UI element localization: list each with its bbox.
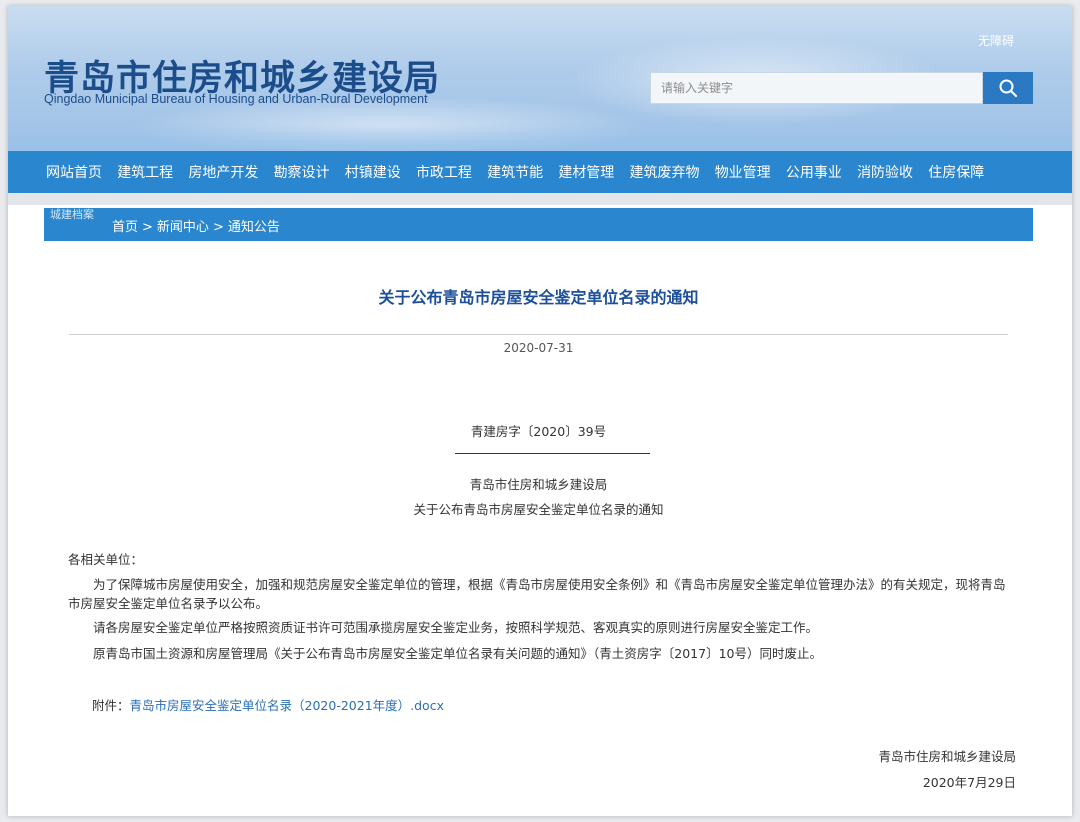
article-content: 关于公布青岛市房屋安全鉴定单位名录的通知 2020-07-31 青建房字〔202… xyxy=(44,241,1033,816)
article-title: 关于公布青岛市房屋安全鉴定单位名录的通知 xyxy=(378,288,699,307)
breadcrumb-separator: > xyxy=(212,220,224,235)
nav-item-building-energy[interactable]: 建筑节能 xyxy=(487,162,543,182)
search-button[interactable] xyxy=(983,72,1033,104)
publish-date: 2020-07-31 xyxy=(503,341,574,355)
site-subtitle: Qingdao Municipal Bureau of Housing and … xyxy=(44,92,428,106)
body-paragraph: 请各房屋安全鉴定单位严格按照资质证书许可范围承揽房屋安全鉴定业务，按照科学规范、… xyxy=(93,620,819,635)
section-tag: 城建档案 xyxy=(50,208,94,221)
subject-line: 关于公布青岛市房屋安全鉴定单位名录的通知 xyxy=(413,502,664,517)
signature: 青岛市住房和城乡建设局 xyxy=(878,749,1016,764)
signature-date: 2020年7月29日 xyxy=(922,775,1016,790)
nav-item-village-construction[interactable]: 村镇建设 xyxy=(345,162,401,182)
main-nav: 网站首页 建筑工程 房地产开发 勘察设计 村镇建设 市政工程 建筑节能 建材管理… xyxy=(8,151,1072,193)
accessibility-link[interactable]: 无障碍 xyxy=(978,32,1014,49)
breadcrumb: 首页 > 新闻中心 > 通知公告 xyxy=(112,216,280,235)
search-input[interactable] xyxy=(650,72,983,104)
nav-item-real-estate[interactable]: 房地产开发 xyxy=(188,162,258,182)
nav-item-public-utilities[interactable]: 公用事业 xyxy=(786,162,842,182)
nav-item-housing-security[interactable]: 住房保障 xyxy=(928,162,984,182)
document-number-divider xyxy=(455,453,650,454)
title-divider xyxy=(69,334,1008,335)
nav-item-construction[interactable]: 建筑工程 xyxy=(117,162,173,182)
salutation: 各相关单位： xyxy=(68,552,144,567)
nav-item-property-management[interactable]: 物业管理 xyxy=(715,162,771,182)
nav-item-fire-acceptance[interactable]: 消防验收 xyxy=(857,162,913,182)
page-frame: 青岛市住房和城乡建设局 Qingdao Municipal Bureau of … xyxy=(8,6,1072,816)
nav-item-survey-design[interactable]: 勘察设计 xyxy=(274,162,330,182)
breadcrumb-bar: 城建档案 首页 > 新闻中心 > 通知公告 xyxy=(44,208,1033,241)
nav-item-construction-waste[interactable]: 建筑废弃物 xyxy=(630,162,700,182)
divider-strip xyxy=(8,193,1072,205)
nav-item-municipal-engineering[interactable]: 市政工程 xyxy=(416,162,472,182)
nav-item-home[interactable]: 网站首页 xyxy=(46,162,102,182)
issuer-line: 青岛市住房和城乡建设局 xyxy=(469,477,608,492)
breadcrumb-separator: > xyxy=(142,220,153,235)
breadcrumb-notices[interactable]: 通知公告 xyxy=(228,220,280,235)
header-banner: 青岛市住房和城乡建设局 Qingdao Municipal Bureau of … xyxy=(8,6,1072,151)
body-paragraph: 为了保障城市房屋使用安全，加强和规范房屋安全鉴定单位的管理，根据《青岛市房屋使用… xyxy=(68,577,1006,611)
attachment-line: 附件：青岛市房屋安全鉴定单位名录（2020-2021年度）.docx xyxy=(92,695,444,714)
breadcrumb-home[interactable]: 首页 xyxy=(112,220,138,235)
nav-item-building-materials[interactable]: 建材管理 xyxy=(558,162,614,182)
attachment-link[interactable]: 青岛市房屋安全鉴定单位名录（2020-2021年度）.docx xyxy=(130,698,444,713)
attachment-label: 附件： xyxy=(92,698,130,713)
body-paragraph: 原青岛市国土资源和房屋管理局《关于公布青岛市房屋安全鉴定单位名录有关问题的通知》… xyxy=(93,646,822,661)
breadcrumb-news-center[interactable]: 新闻中心 xyxy=(157,220,209,235)
document-number: 青建房字〔2020〕39号 xyxy=(470,424,607,439)
banner-stripe-decoration xyxy=(8,124,1072,151)
search-icon xyxy=(999,79,1018,98)
